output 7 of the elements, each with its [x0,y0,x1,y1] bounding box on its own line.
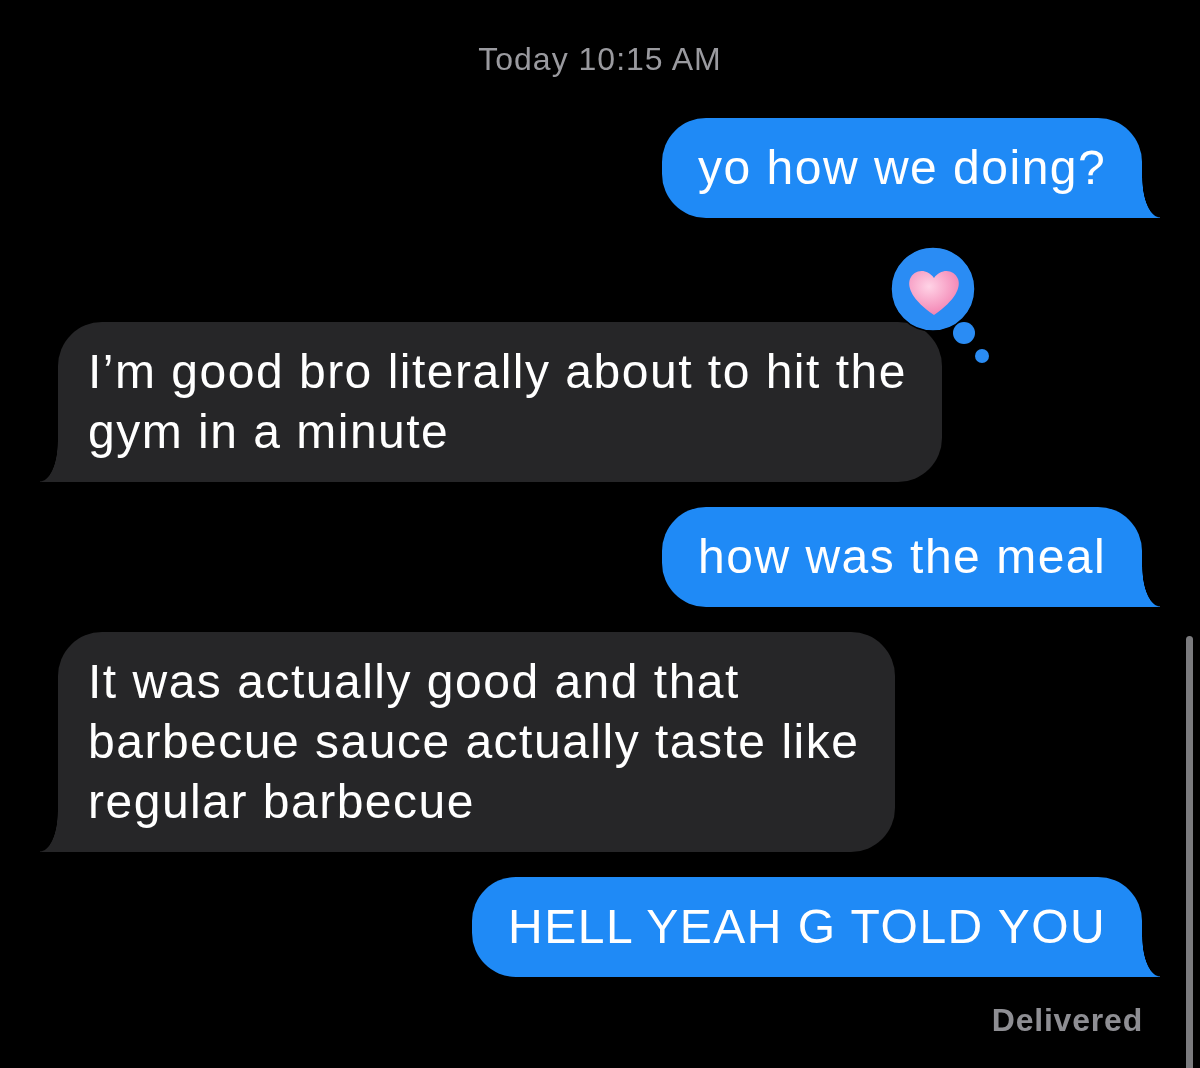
delivery-status: Delivered [991,1001,1143,1039]
message-bubble: It was actually good and that barbecue sauce actually taste like regular barbecue [40,632,895,852]
message-bubble: HELL YEAH G TOLD YOU [472,877,1160,977]
message-bubble: I’m good bro literally about to hit the gym in a minute [40,322,942,482]
message-bubble: yo how we doing? [662,118,1160,218]
message-bubble: how was the meal [662,507,1160,607]
timestamp: Today 10:15 AM [478,40,722,78]
